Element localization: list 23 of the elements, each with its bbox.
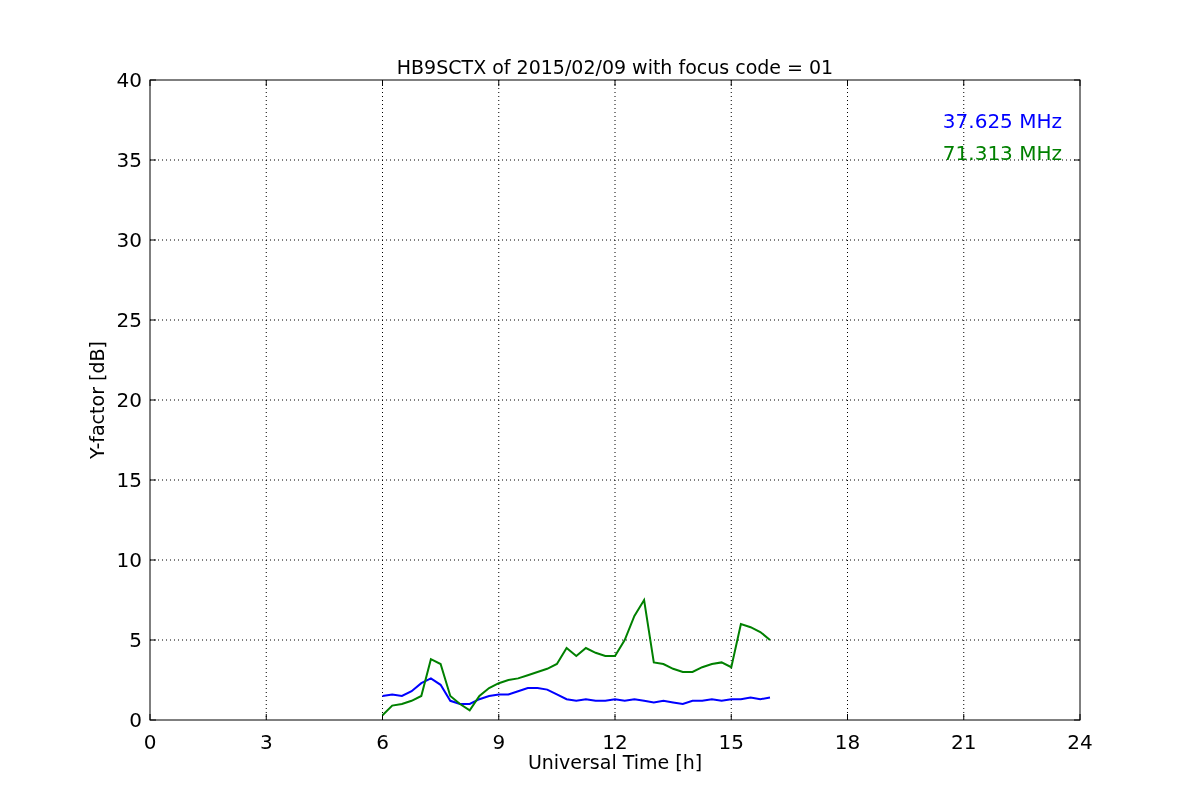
x-tick-label: 12 <box>602 730 628 754</box>
y-tick-label: 15 <box>116 468 142 492</box>
x-axis-label: Universal Time [h] <box>527 751 703 773</box>
y-tick-label: 35 <box>116 148 142 172</box>
y-axis-label: Y-factor [dB] <box>86 341 108 459</box>
legend-label: 37.625 MHz <box>942 109 1062 133</box>
x-tick-label: 0 <box>143 730 157 754</box>
x-tick-label: 15 <box>718 730 744 754</box>
legend-label: 71.313 MHz <box>942 141 1062 165</box>
y-tick-label: 25 <box>116 308 142 332</box>
chart-title: HB9SCTX of 2015/02/09 with focus code = 01 <box>396 56 834 78</box>
x-tick-label: 6 <box>376 730 389 754</box>
y-tick-label: 30 <box>116 228 142 252</box>
x-tick-label: 9 <box>492 730 506 754</box>
y-tick-label: 40 <box>116 68 142 92</box>
y-tick-label: 10 <box>116 548 142 572</box>
y-tick-label: 20 <box>116 388 142 412</box>
y-tick-label: 5 <box>129 628 142 652</box>
y-tick-label: 0 <box>129 708 142 732</box>
x-tick-label: 21 <box>951 730 977 754</box>
x-tick-label: 24 <box>1067 730 1093 754</box>
x-tick-label: 3 <box>259 730 273 754</box>
x-tick-label: 18 <box>834 730 861 754</box>
